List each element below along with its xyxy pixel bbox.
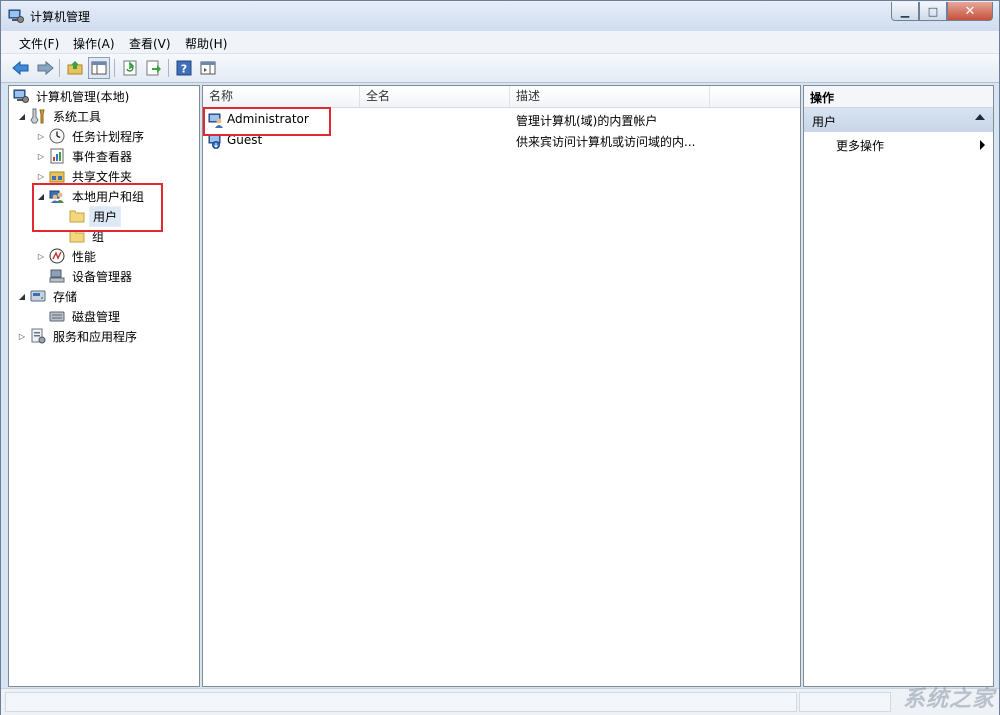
tree-item-label: 系统工具	[53, 109, 102, 124]
device-manager-icon	[49, 268, 65, 284]
tree-item-device-manager[interactable]: 设备管理器	[47, 266, 135, 286]
tree-expanded-icon[interactable]: ◢	[16, 292, 28, 301]
tree-item-task-scheduler[interactable]: ▷ 任务计划程序	[35, 126, 147, 146]
actions-section-label: 用户	[812, 115, 837, 129]
more-actions-label: 更多操作	[836, 139, 885, 153]
tree-item-storage[interactable]: ◢ 存储	[16, 286, 80, 306]
console-tree-icon	[91, 61, 107, 75]
cell-description: 供来宾访问计算机或访问域的内...	[516, 135, 696, 149]
actions-header: 操作	[804, 86, 993, 108]
back-button[interactable]	[10, 57, 32, 79]
action-pane-icon	[200, 61, 216, 75]
maximize-icon: □	[927, 4, 939, 18]
menu-action[interactable]: 操作(A)	[73, 35, 115, 52]
actions-title: 操作	[810, 91, 835, 105]
event-viewer-icon	[49, 148, 65, 164]
tree-item-label: 计算机管理(本地)	[36, 89, 130, 104]
status-segment	[799, 692, 891, 712]
tree-item-label: 磁盘管理	[72, 309, 121, 324]
tree-item-label: 设备管理器	[72, 269, 133, 284]
highlight-box	[32, 183, 163, 232]
collapse-up-icon[interactable]	[975, 114, 985, 120]
status-segment	[5, 692, 797, 712]
menu-file[interactable]: 文件(F)	[19, 35, 59, 52]
tree-item-label: 性能	[72, 249, 97, 264]
tree-item-label: 任务计划程序	[72, 129, 145, 144]
tree-item-label: 服务和应用程序	[53, 329, 138, 344]
export-icon	[146, 60, 161, 76]
help-icon: ?	[176, 60, 192, 76]
forward-button[interactable]	[34, 57, 56, 79]
tree-collapsed-icon[interactable]: ▷	[35, 152, 47, 161]
cell-description: 管理计算机(域)的内置帐户	[516, 114, 658, 128]
column-header-name[interactable]: 名称	[203, 86, 360, 107]
services-icon	[30, 328, 46, 344]
menu-bar: 文件(F) 操作(A) 查看(V) 帮助(H)	[1, 31, 999, 54]
more-actions-item[interactable]: 更多操作	[804, 134, 993, 154]
tree-item-disk-management[interactable]: 磁盘管理	[47, 306, 123, 326]
menu-view[interactable]: 查看(V)	[129, 35, 171, 52]
folder-up-icon	[67, 61, 83, 75]
highlight-box	[203, 107, 331, 136]
computer-management-window: 计算机管理 ▁ □ ✕ 文件(F) 操作(A) 查看(V) 帮助(H) ? 计算…	[0, 0, 1000, 715]
submenu-arrow-icon	[980, 140, 985, 150]
up-level-button[interactable]	[64, 57, 86, 79]
title-bar[interactable]: 计算机管理 ▁ □ ✕	[1, 1, 999, 31]
tree-item-computer-management[interactable]: 计算机管理(本地)	[11, 86, 132, 106]
close-button[interactable]: ✕	[947, 2, 993, 21]
tree-item-event-viewer[interactable]: ▷ 事件查看器	[35, 146, 135, 166]
column-header-description[interactable]: 描述	[510, 86, 710, 107]
users-list: 名称 全名 描述 Administrator 管理计算机(域)的内置帐户 Gue…	[202, 85, 801, 687]
column-header-fullname[interactable]: 全名	[360, 86, 510, 107]
tree-collapsed-icon[interactable]: ▷	[35, 132, 47, 141]
refresh-button[interactable]	[119, 57, 141, 79]
maximize-button[interactable]: □	[919, 2, 947, 21]
console-tree: 计算机管理(本地) ◢ 系统工具 ▷ 任务计划程序 ▷ 事件查看器 ▷ 共享文件…	[8, 85, 200, 687]
disk-icon	[49, 308, 65, 324]
computer-management-icon	[13, 88, 29, 104]
list-header: 名称 全名 描述	[203, 86, 800, 108]
window-title: 计算机管理	[30, 10, 91, 24]
tree-item-system-tools[interactable]: ◢ 系统工具	[16, 106, 104, 126]
tree-item-label: 事件查看器	[72, 149, 133, 164]
clock-icon	[49, 128, 65, 144]
svg-text:?: ?	[181, 63, 187, 76]
back-arrow-icon	[12, 60, 29, 76]
toolbar: ?	[1, 54, 999, 83]
watermark-logo: 系统之家	[902, 687, 995, 712]
tree-item-performance[interactable]: ▷ 性能	[35, 246, 99, 266]
close-icon: ✕	[964, 3, 976, 19]
minimize-button[interactable]: ▁	[891, 2, 919, 21]
shared-folder-icon	[49, 168, 65, 184]
actions-pane: 操作 用户 更多操作	[803, 85, 994, 687]
show-hide-tree-button[interactable]	[88, 57, 110, 79]
menu-help[interactable]: 帮助(H)	[185, 35, 227, 52]
minimize-icon: ▁	[900, 4, 910, 18]
storage-icon	[30, 288, 46, 304]
tree-collapsed-icon[interactable]: ▷	[16, 332, 28, 341]
status-bar: 系统之家	[1, 687, 999, 715]
tree-collapsed-icon[interactable]: ▷	[35, 172, 47, 181]
computer-management-icon	[8, 9, 24, 23]
tools-icon	[30, 108, 46, 124]
tree-item-services-applications[interactable]: ▷ 服务和应用程序	[16, 326, 140, 346]
help-button[interactable]: ?	[173, 57, 195, 79]
forward-arrow-icon	[37, 60, 54, 76]
tree-collapsed-icon[interactable]: ▷	[35, 252, 47, 261]
refresh-icon	[123, 60, 137, 76]
tree-item-label: 存储	[53, 289, 78, 304]
action-pane-button[interactable]	[197, 57, 219, 79]
tree-expanded-icon[interactable]: ◢	[16, 112, 28, 121]
export-list-button[interactable]	[143, 57, 165, 79]
actions-section-users[interactable]: 用户	[804, 108, 993, 132]
performance-icon	[49, 248, 65, 264]
